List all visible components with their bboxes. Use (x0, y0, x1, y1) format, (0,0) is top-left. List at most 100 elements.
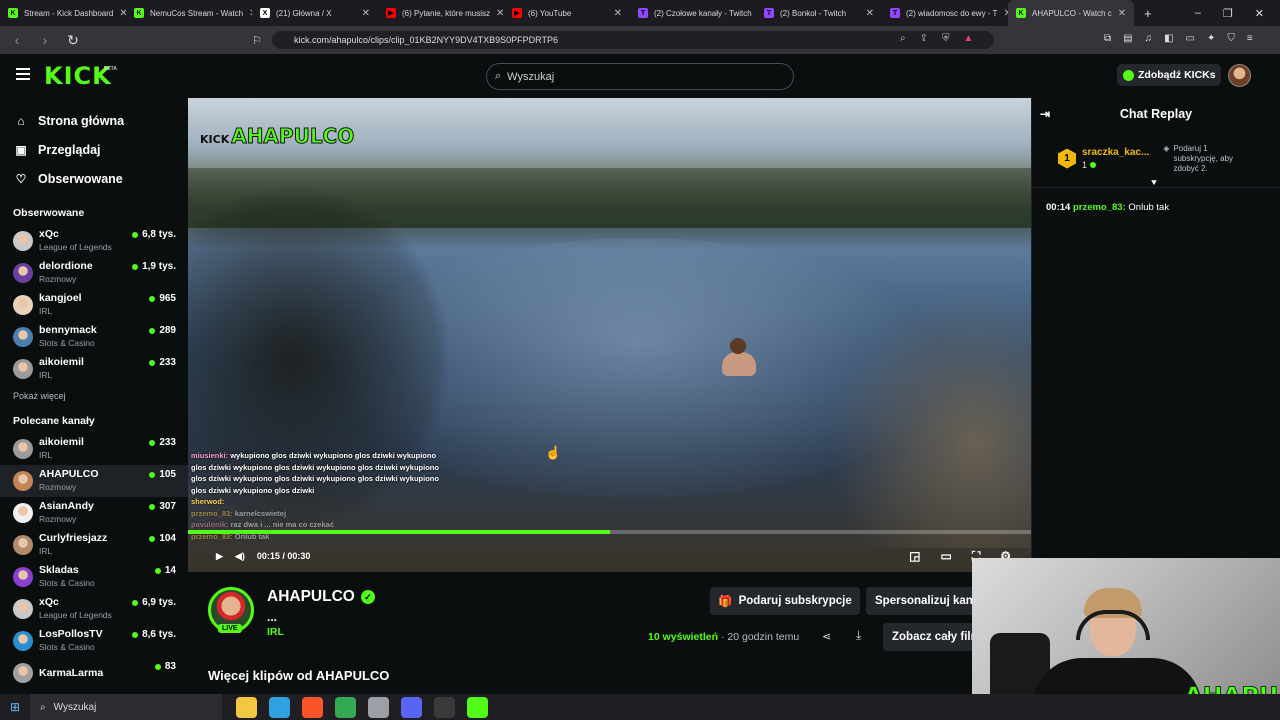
tab-close-icon[interactable]: ✕ (119, 8, 126, 19)
browser-tab[interactable]: X (21) Główna / X ✕ (252, 0, 378, 26)
music-icon[interactable]: ♫ (1145, 33, 1153, 44)
theater-icon[interactable]: ▭ (940, 549, 951, 564)
tab-close-icon[interactable]: ✕ (614, 8, 622, 19)
sidebar-channel[interactable]: AsianAndy Rozmowy 307 (0, 497, 188, 529)
sidebar-channel[interactable]: xQc League of Legends 6,9 tys. (0, 593, 188, 625)
tab-close-icon[interactable]: ✕ (496, 8, 504, 19)
channel-name[interactable]: AHAPULCO ✓ (267, 588, 375, 606)
download-icon[interactable]: ⤓ (856, 628, 861, 643)
tab-favicon-icon: T (638, 8, 648, 18)
user-avatar[interactable] (1228, 64, 1251, 87)
sidebar-nav-item[interactable]: ⌂ Strona główna (0, 106, 188, 135)
files-app-icon[interactable] (368, 696, 389, 718)
sidebar-channel[interactable]: kangjoel IRL 965 (0, 289, 188, 321)
tab-close-icon[interactable]: ✕ (1118, 8, 1126, 19)
live-badge: LIVE (218, 624, 242, 633)
new-tab-icon[interactable]: + (1134, 6, 1162, 21)
leader-user[interactable]: sraczka_kac... (1082, 146, 1149, 159)
menu-icon[interactable]: ≡ (1247, 33, 1253, 44)
close-window-icon[interactable]: ✕ (1255, 7, 1264, 20)
get-kicks-label: Zdobądź KICKs (1138, 69, 1216, 81)
channel-name: LosPollosTV (39, 628, 103, 640)
gift-hint: ◈ Podaruj 1 subskrypcję, aby zdobyć 2. (1163, 143, 1234, 173)
get-kicks-button[interactable]: Zdobądź KICKs (1117, 64, 1221, 86)
sidebar-channel[interactable]: Curlyfriesjazz IRL 104 (0, 529, 188, 561)
video-controls: ▶ ◀) 00:15 / 00:30 ◲ ▭ ⛶ ⚙ (188, 542, 1031, 570)
video-player[interactable]: KICK AHAPULCO miusienki: wykupiono glos d… (188, 98, 1031, 572)
restore-icon[interactable]: ❐ (1223, 7, 1233, 20)
bookmark-icon[interactable]: ⚐ (248, 34, 266, 47)
browser-tab[interactable]: K Stream - Kick Dashboard ✕ (0, 0, 126, 26)
address-bar[interactable]: kick.com/ahapulco/clips/clip_01KB2NYY9DV… (272, 31, 994, 49)
browser-tab[interactable]: ▶ (6) YouTube ✕ (504, 0, 630, 26)
browser-tab[interactable]: T(2) Czołowe kanały - Twitch✕ (630, 0, 756, 26)
brave-rewards-icon[interactable]: ▲ (964, 33, 974, 44)
volume-icon[interactable]: ◀) (235, 551, 245, 562)
taskbar-search[interactable]: ⌕ Wyszukaj (30, 694, 222, 720)
channel-name: delordione (39, 260, 93, 272)
share-icon[interactable]: ⋖ (822, 630, 831, 643)
share-page-icon[interactable]: ⇪ (920, 33, 928, 44)
browser-tab[interactable]: ▶ (6) Pytanie, które musisz ✕ (378, 0, 504, 26)
brave-app-icon[interactable] (302, 696, 323, 718)
brave-shield-icon[interactable]: ⛨ (942, 33, 950, 44)
reader-icon[interactable]: ▤ (1123, 33, 1132, 44)
collapse-chat-icon[interactable]: ⇥ (1040, 107, 1050, 121)
back-icon[interactable]: ‹ (8, 32, 26, 48)
edge-app-icon[interactable] (269, 696, 290, 718)
show-more-link[interactable]: Pokaż więcej (0, 385, 188, 407)
search-input[interactable]: ⌕ Wyszukaj (486, 63, 794, 90)
channel-category[interactable]: IRL (267, 626, 284, 638)
extensions-icon[interactable]: ⧉ (1104, 33, 1111, 44)
sidebar-channel[interactable]: xQc League of Legends 6,8 tys. (0, 225, 188, 257)
sidebar-channel[interactable]: aikoiemil IRL 233 (0, 353, 188, 385)
browser-tab[interactable]: T (2) wiadomosc do ewy - T ✕ (882, 0, 1008, 26)
sidebar-nav-item[interactable]: ▣ Przeglądaj (0, 135, 188, 164)
tab-close-icon[interactable]: ✕ (866, 8, 874, 19)
vpn-icon[interactable]: ⛉ (1227, 33, 1235, 44)
sidebar-channel[interactable]: delordione Rozmowy 1,9 tys. (0, 257, 188, 289)
sidebar-channel[interactable]: aikoiemil IRL 233 (0, 433, 188, 465)
viewer-count: 233 (149, 353, 176, 368)
live-dot-icon (132, 263, 139, 270)
tab-close-icon[interactable]: ✕ (362, 8, 370, 19)
sidebar-channel[interactable]: Skladas Slots & Casino 14 (0, 561, 188, 593)
chrome-app-icon[interactable] (335, 696, 356, 718)
channel-avatar (13, 503, 33, 523)
sidebar-nav-item[interactable]: ♡ Obserwowane (0, 164, 188, 193)
sidebar-toggle-icon[interactable]: ◧ (1164, 33, 1173, 44)
discord-app-icon[interactable] (401, 696, 422, 718)
forward-icon[interactable]: › (36, 32, 54, 48)
gift-subs-button[interactable]: 🎁 Podaruj subskrypcje (710, 587, 860, 615)
browser-tab[interactable]: KNemuCos Stream - Watch✕ (126, 0, 252, 26)
zoom-icon[interactable]: ⌕ (900, 33, 906, 44)
tab-favicon-icon: K (1016, 8, 1026, 18)
kick-logo[interactable]: KICK (44, 62, 112, 90)
kick-app-icon[interactable] (467, 696, 488, 718)
explorer-app-icon[interactable] (236, 696, 257, 718)
hamburger-icon[interactable] (16, 68, 30, 80)
sidebar-channel[interactable]: AHAPULCO Rozmowy 105 (0, 465, 188, 497)
chat-title: Chat Replay (1119, 107, 1193, 121)
sidebar-channel[interactable]: KarmaLarma 83 (0, 657, 188, 689)
expand-icon[interactable]: ⯆ (1150, 178, 1158, 189)
chat-username[interactable]: przemo_83: (1073, 202, 1126, 213)
viewer-count: 965 (149, 289, 176, 304)
reload-icon[interactable]: ↻ (64, 32, 82, 49)
leo-icon[interactable]: ✦ (1207, 33, 1215, 44)
channel-name: xQc (39, 228, 59, 240)
pip-icon[interactable]: ◲ (909, 549, 920, 564)
sidebar-channel[interactable]: bennymack Slots & Casino 289 (0, 321, 188, 353)
url-tools: ⌕ ⇪ ⛨ ▲ (900, 33, 973, 44)
overlay-chat-line: miusienki: wykupiono glos dziwki wykupio… (191, 451, 439, 495)
browser-tab[interactable]: T (2) Bonkol - Twitch ✕ (756, 0, 882, 26)
windows-start-icon[interactable]: ⊞ (0, 700, 30, 714)
channel-name: kangjoel (39, 292, 82, 304)
obs-app-icon[interactable] (434, 696, 455, 718)
play-icon[interactable]: ▶ (216, 551, 223, 562)
minimize-icon[interactable]: – (1195, 7, 1201, 20)
browser-tab[interactable]: K AHAPULCO - Watch c ✕ (1008, 0, 1134, 26)
sidebar-channel[interactable]: LosPollosTV Slots & Casino 8,6 tys. (0, 625, 188, 657)
wallet-icon[interactable]: ▭ (1186, 33, 1195, 44)
video-progress-bar[interactable] (188, 530, 1031, 534)
